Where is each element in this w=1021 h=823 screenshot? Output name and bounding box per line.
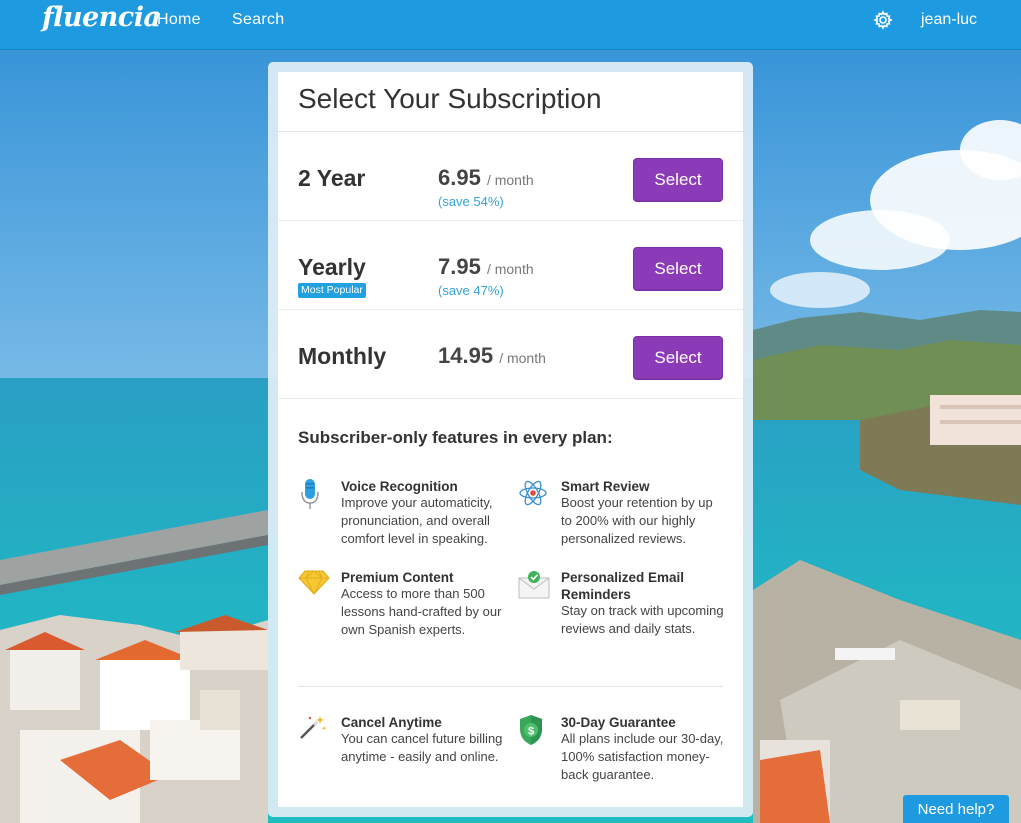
need-help-button[interactable]: Need help? <box>903 795 1009 823</box>
fluencia-logo[interactable]: fluencia <box>42 2 161 33</box>
plan-savings: (save 54%) <box>438 194 504 209</box>
select-2-year-button[interactable]: Select <box>633 158 723 202</box>
diamond-icon <box>298 569 330 603</box>
subscription-card: Select Your Subscription 2 Year 6.95 / m… <box>278 72 743 807</box>
plan-price-value: 6.95 <box>438 165 481 190</box>
nav-search-link[interactable]: Search <box>232 11 285 29</box>
plan-price: 7.95 / month <box>438 254 534 280</box>
plan-price-period: / month <box>486 261 534 277</box>
most-popular-badge: Most Popular <box>298 283 366 298</box>
features-divider <box>298 686 723 687</box>
plan-price-period: / month <box>486 172 534 188</box>
select-monthly-button[interactable]: Select <box>633 336 723 380</box>
plan-price-value: 14.95 <box>438 343 494 368</box>
feature-premium-content: Premium Content Access to more than 500 … <box>298 569 508 649</box>
svg-text:$: $ <box>528 726 534 738</box>
subscription-card-frame: Select Your Subscription 2 Year 6.95 / m… <box>268 62 753 817</box>
features-heading: Subscriber-only features in every plan: <box>298 428 613 447</box>
feature-title: Premium Content <box>341 570 454 585</box>
envelope-check-icon <box>518 569 550 603</box>
feature-title: Voice Recognition <box>341 479 458 494</box>
plan-row-2-year: 2 Year 6.95 / month (save 54%) Select <box>278 132 743 221</box>
microphone-icon <box>298 478 330 512</box>
page-title: Select Your Subscription <box>298 83 602 114</box>
feature-title: Cancel Anytime <box>341 715 442 730</box>
plan-price-period: / month <box>499 350 546 366</box>
feature-description: Stay on track with upcoming reviews and … <box>561 603 724 636</box>
feature-description: Boost your retention by up to 200% with … <box>561 495 713 546</box>
gear-icon[interactable] <box>873 10 893 30</box>
plan-savings: (save 47%) <box>438 283 504 298</box>
atom-icon <box>518 478 550 512</box>
feature-description: You can cancel future billing anytime - … <box>341 731 503 764</box>
feature-title: 30-Day Guarantee <box>561 715 676 730</box>
user-menu-link[interactable]: jean-luc <box>921 11 977 29</box>
feature-description: All plans include our 30-day, 100% satis… <box>561 731 724 782</box>
feature-description: Access to more than 500 lessons hand-cra… <box>341 586 502 637</box>
plan-row-yearly: Yearly Most Popular 7.95 / month (save 4… <box>278 221 743 310</box>
nav-home-link[interactable]: Home <box>157 11 201 29</box>
feature-smart-review: Smart Review Boost your retention by up … <box>518 478 728 558</box>
feature-title: Personalized Email Reminders <box>561 570 685 602</box>
plan-price: 6.95 / month <box>438 165 534 191</box>
feature-voice-recognition: Voice Recognition Improve your automatic… <box>298 478 508 558</box>
feature-description: Improve your automaticity, pronunciation… <box>341 495 493 546</box>
select-yearly-button[interactable]: Select <box>633 247 723 291</box>
plan-name: Yearly <box>298 254 366 280</box>
top-navigation-bar: fluencia Home Search jean-luc <box>0 0 1021 50</box>
plan-name: 2 Year <box>298 165 366 191</box>
plan-price: 14.95 / month <box>438 343 546 369</box>
feature-email-reminders: Personalized Email Reminders Stay on tra… <box>518 569 728 659</box>
feature-title: Smart Review <box>561 479 650 494</box>
shield-dollar-icon: $ <box>518 714 550 748</box>
plan-name: Monthly <box>298 343 387 369</box>
plan-row-monthly: Monthly 14.95 / month Select <box>278 310 743 399</box>
plan-price-value: 7.95 <box>438 254 481 279</box>
feature-30-day-guarantee: $ 30-Day Guarantee All plans include our… <box>518 714 728 794</box>
magic-wand-icon <box>298 714 330 748</box>
feature-cancel-anytime: Cancel Anytime You can cancel future bil… <box>298 714 508 794</box>
